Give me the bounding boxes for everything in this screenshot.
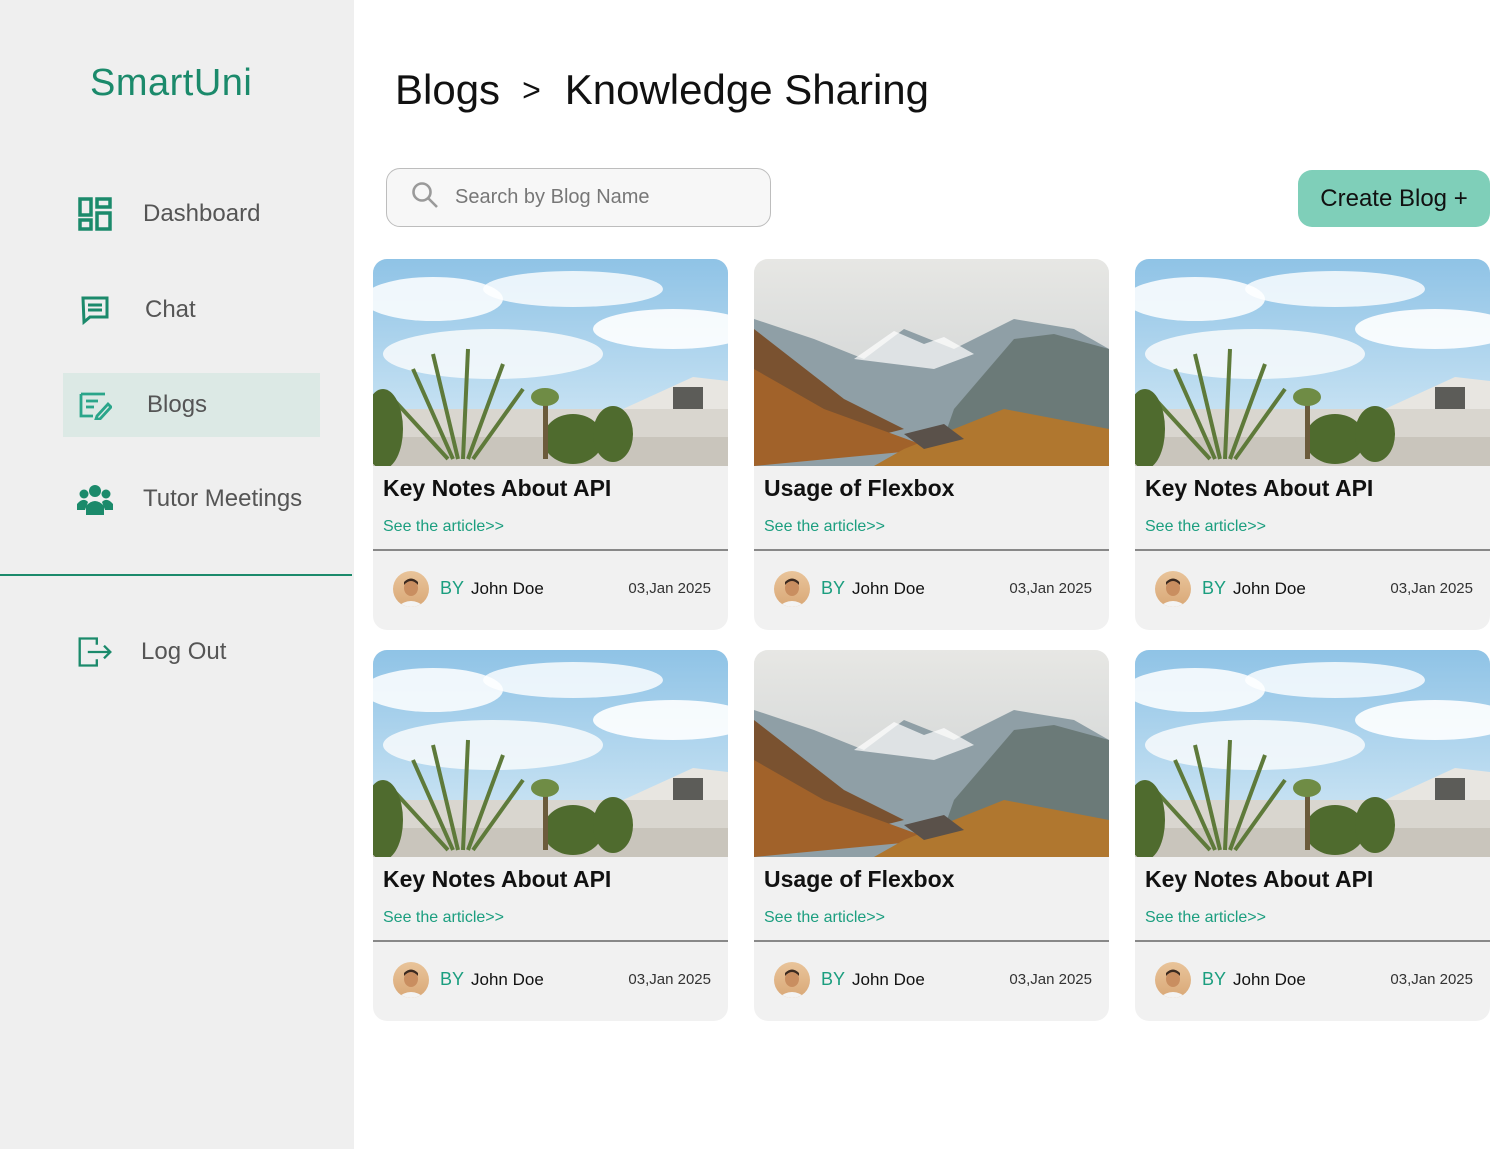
author-name[interactable]: John Doe	[1233, 970, 1306, 990]
blog-card-title[interactable]: Usage of Flexbox	[764, 475, 954, 502]
see-article-link[interactable]: See the article>>	[764, 909, 885, 927]
by-label: BY	[440, 578, 465, 598]
sidebar-item-blogs[interactable]: Blogs	[63, 373, 320, 437]
blog-card-image[interactable]	[754, 259, 1109, 466]
blog-card[interactable]: Key Notes About API See the article>> BY…	[1135, 259, 1490, 630]
see-article-link[interactable]: See the article>>	[1145, 909, 1266, 927]
post-date: 03,Jan 2025	[1009, 971, 1092, 988]
people-icon	[77, 481, 113, 517]
by-label: BY	[440, 969, 465, 989]
blog-card-image[interactable]	[1135, 650, 1490, 857]
post-date: 03,Jan 2025	[1390, 971, 1473, 988]
card-divider	[373, 549, 728, 551]
app-logo[interactable]: SmartUni	[90, 62, 252, 105]
avatar	[774, 571, 810, 607]
blog-card-image[interactable]	[373, 259, 728, 466]
sidebar: SmartUni Dashboard Chat Blogs Tutor Meet…	[0, 0, 354, 1149]
blogs-icon	[77, 387, 113, 423]
blog-card-title[interactable]: Key Notes About API	[383, 866, 611, 893]
author-name[interactable]: John Doe	[471, 579, 544, 599]
sidebar-item-tutor-meetings[interactable]: Tutor Meetings	[63, 467, 320, 531]
author-name[interactable]: John Doe	[852, 970, 925, 990]
blog-card-image[interactable]	[1135, 259, 1490, 466]
author-name[interactable]: John Doe	[852, 579, 925, 599]
dashboard-icon	[77, 196, 113, 232]
logout-icon	[77, 634, 113, 670]
avatar	[774, 962, 810, 998]
by-label: BY	[1202, 969, 1227, 989]
card-divider	[754, 549, 1109, 551]
chat-icon	[77, 292, 113, 328]
see-article-link[interactable]: See the article>>	[383, 909, 504, 927]
by-label: BY	[821, 578, 846, 598]
card-divider	[1135, 940, 1490, 942]
blog-card-image[interactable]	[373, 650, 728, 857]
card-divider	[1135, 549, 1490, 551]
blog-card-title[interactable]: Usage of Flexbox	[764, 866, 954, 893]
avatar	[1155, 571, 1191, 607]
see-article-link[interactable]: See the article>>	[1145, 518, 1266, 536]
by-label: BY	[821, 969, 846, 989]
logout-button[interactable]: Log Out	[63, 620, 320, 684]
blog-card[interactable]: Key Notes About API See the article>> BY…	[373, 259, 728, 630]
breadcrumb: Blogs > Knowledge Sharing	[395, 66, 929, 114]
card-divider	[373, 940, 728, 942]
avatar	[393, 962, 429, 998]
sidebar-item-label: Blogs	[147, 391, 208, 418]
logout-label: Log Out	[141, 638, 227, 665]
post-date: 03,Jan 2025	[628, 580, 711, 597]
card-divider	[754, 940, 1109, 942]
blog-card[interactable]: Key Notes About API See the article>> BY…	[1135, 650, 1490, 1021]
post-date: 03,Jan 2025	[1390, 580, 1473, 597]
post-date: 03,Jan 2025	[628, 971, 711, 988]
avatar	[393, 571, 429, 607]
see-article-link[interactable]: See the article>>	[764, 518, 885, 536]
sidebar-item-chat[interactable]: Chat	[63, 278, 320, 342]
blog-card[interactable]: Usage of Flexbox See the article>> BY Jo…	[754, 650, 1109, 1021]
breadcrumb-parent[interactable]: Blogs	[395, 66, 500, 114]
sidebar-item-label: Dashboard	[143, 200, 261, 227]
post-date: 03,Jan 2025	[1009, 580, 1092, 597]
search-bar[interactable]	[386, 168, 771, 227]
search-icon	[411, 181, 439, 214]
blog-card-image[interactable]	[754, 650, 1109, 857]
blog-card-title[interactable]: Key Notes About API	[1145, 866, 1373, 893]
sidebar-divider	[0, 574, 352, 576]
blog-card-title[interactable]: Key Notes About API	[1145, 475, 1373, 502]
by-label: BY	[1202, 578, 1227, 598]
blog-card-title[interactable]: Key Notes About API	[383, 475, 611, 502]
page-title: Knowledge Sharing	[564, 66, 930, 113]
search-input[interactable]	[455, 186, 755, 209]
breadcrumb-separator: >	[522, 71, 541, 108]
see-article-link[interactable]: See the article>>	[383, 518, 504, 536]
blog-card[interactable]: Usage of Flexbox See the article>> BY Jo…	[754, 259, 1109, 630]
sidebar-item-label: Chat	[145, 296, 196, 323]
avatar	[1155, 962, 1191, 998]
author-name[interactable]: John Doe	[1233, 579, 1306, 599]
blog-card[interactable]: Key Notes About API See the article>> BY…	[373, 650, 728, 1021]
sidebar-item-label: Tutor Meetings	[143, 485, 303, 512]
sidebar-item-dashboard[interactable]: Dashboard	[63, 182, 320, 246]
author-name[interactable]: John Doe	[471, 970, 544, 990]
create-blog-button[interactable]: Create Blog +	[1298, 170, 1490, 227]
